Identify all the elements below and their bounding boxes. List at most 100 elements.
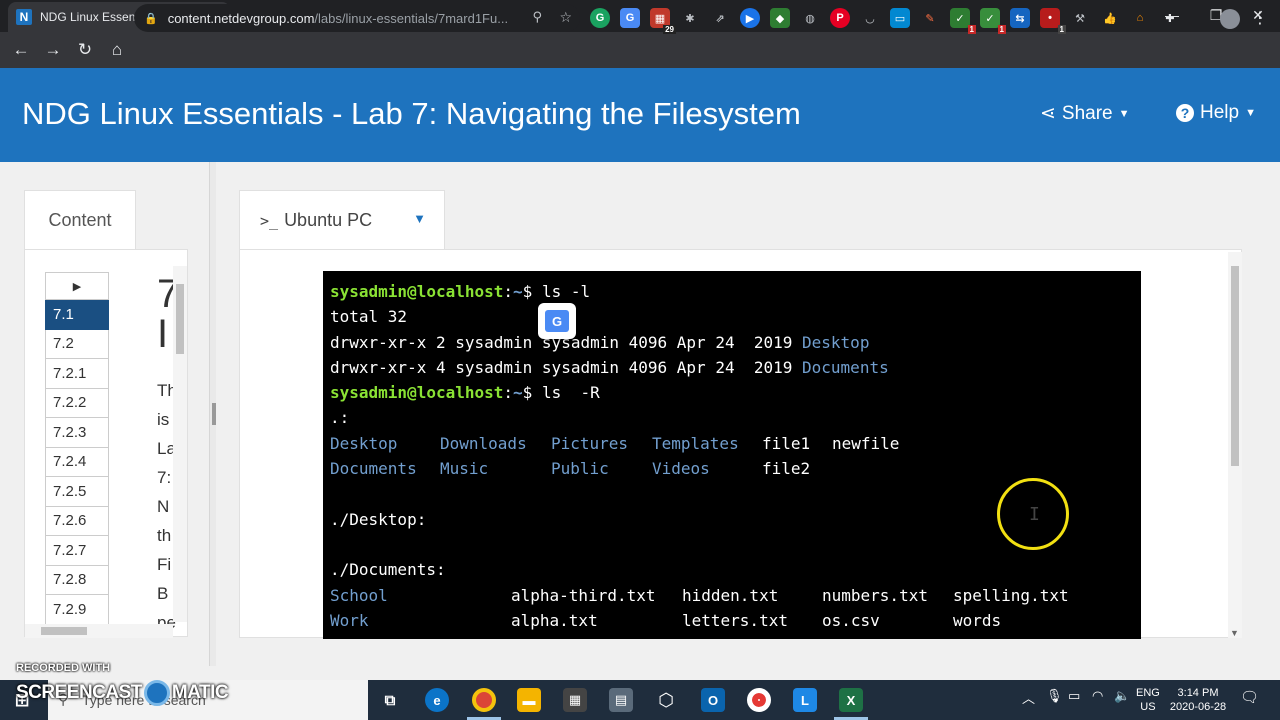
scroll-down-arrow-icon[interactable]: ▼: [1230, 628, 1239, 638]
recorded-with-label: RECORDED WITH: [16, 662, 111, 674]
share-icon: ⋖: [1040, 103, 1056, 124]
scrollbar-thumb[interactable]: [1231, 266, 1239, 466]
battery-icon[interactable]: ▭: [1068, 688, 1080, 704]
pinterest-extension-icon[interactable]: P: [830, 8, 850, 28]
browser-toolbar: ← → ↻ ⌂: [0, 32, 1280, 68]
text-cursor-icon: I: [1029, 504, 1040, 525]
photos-icon[interactable]: ▤: [609, 688, 633, 712]
scrollbar-thumb[interactable]: [176, 284, 184, 354]
back-button[interactable]: ←: [6, 35, 36, 65]
translate-extension-icon[interactable]: G: [620, 8, 640, 28]
terminal-line: drwxr-xr-x 4 sysadmin sysadmin 4096 Apr …: [330, 357, 889, 377]
ndg-favicon-icon: N: [16, 9, 32, 25]
content-horizontal-scrollbar[interactable]: [25, 624, 173, 638]
excel-icon[interactable]: X: [839, 688, 863, 712]
volume-icon[interactable]: 🔈: [1114, 688, 1130, 704]
chevron-down-icon: ▼: [1118, 107, 1130, 120]
tray-expand-icon[interactable]: ︿: [1022, 688, 1035, 707]
toc-item[interactable]: 7.2.7: [45, 536, 109, 566]
toc-item[interactable]: 7.2.3: [45, 418, 109, 448]
profile-avatar[interactable]: [1220, 9, 1240, 29]
play-extension-icon[interactable]: ▶: [740, 8, 760, 28]
check-extension-icon[interactable]: ✓ 1: [980, 8, 1006, 34]
content-vertical-scrollbar[interactable]: [173, 266, 187, 622]
pen-extension-icon[interactable]: ✎: [920, 8, 940, 28]
terminal-line: drwxr-xr-x 2 sysadmin sysadmin 4096 Apr …: [330, 332, 870, 352]
thumb-extension-icon[interactable]: 👍: [1100, 8, 1120, 28]
toc-item[interactable]: 7.2: [45, 329, 109, 359]
address-bar[interactable]: 🔒 content.netdevgroup.com/labs/linux-ess…: [134, 4, 580, 32]
check-extension-icon[interactable]: ✓ 1: [950, 8, 976, 34]
bookmark-star-icon[interactable]: ☆: [559, 9, 572, 26]
terminal-window[interactable]: sysadmin@localhost:~$ ls -l total 32 drw…: [323, 271, 1141, 639]
system-clock[interactable]: 3:14 PM 2020-06-28: [1168, 686, 1228, 714]
toc-item[interactable]: 7.2.6: [45, 506, 109, 536]
scrollbar-thumb[interactable]: [41, 627, 87, 635]
google-translate-icon[interactable]: G: [538, 303, 576, 339]
lab-title: NDG Linux Essentials - Lab 7: Navigating…: [22, 96, 801, 131]
tab-content[interactable]: Content: [24, 190, 136, 250]
pocket-extension-icon[interactable]: ◡: [860, 8, 880, 28]
input-language[interactable]: ENG US: [1136, 686, 1160, 714]
help-icon: ?: [1176, 104, 1194, 122]
lastpass-extension-icon[interactable]: • 1: [1040, 8, 1066, 34]
toc-item[interactable]: 7.2.1: [45, 359, 109, 389]
share-button[interactable]: ⋖ Share ▼: [1040, 102, 1130, 125]
body-text-fragment: B: [157, 584, 169, 603]
reload-button[interactable]: ↻: [70, 35, 100, 65]
arrows-extension-icon[interactable]: ⇆: [1010, 8, 1030, 28]
extensions-puzzle-icon[interactable]: ✚: [1160, 8, 1180, 28]
toc-item[interactable]: 7.1: [45, 300, 109, 330]
edge-icon[interactable]: e: [425, 688, 449, 712]
calendar-extension-icon[interactable]: ▦ 29: [650, 8, 676, 34]
extension-badge: 1: [967, 25, 976, 34]
chevron-down-icon: ▼: [1245, 107, 1256, 119]
file-explorer-icon[interactable]: ▬: [517, 688, 541, 712]
microphone-icon[interactable]: 🎙: [1046, 688, 1063, 704]
url-path: /labs/linux-essentials/7mard1Fu...: [314, 10, 509, 26]
shield-extension-icon[interactable]: ◆: [770, 8, 790, 28]
calculator-icon[interactable]: ▦: [563, 688, 587, 712]
window-extension-icon[interactable]: ▭: [890, 8, 910, 28]
l-app-icon[interactable]: L: [793, 688, 817, 712]
record-icon[interactable]: [747, 688, 771, 712]
task-view-icon[interactable]: ⧉: [378, 688, 402, 712]
terminal-line: Documents Music Public Videos file2: [330, 459, 811, 479]
toc-item[interactable]: 7.2.4: [45, 447, 109, 477]
vm-vertical-scrollbar[interactable]: ▼: [1228, 252, 1242, 638]
virtualbox-icon[interactable]: ⬡: [654, 688, 678, 712]
help-button[interactable]: ? Help ▼: [1176, 102, 1256, 124]
screencast-o-matic-logo: SCREENCAST MATIC: [16, 680, 229, 706]
share-extension-icon[interactable]: ⇗: [710, 8, 730, 28]
terminal-line: Desktop Downloads Pictures Templates file1 ne…: [330, 433, 900, 453]
home-button[interactable]: ⌂: [102, 35, 132, 65]
section-heading-fragment: I: [157, 312, 169, 356]
toc-item[interactable]: 7.2.2: [45, 388, 109, 418]
grammarly-extension-icon[interactable]: G: [590, 8, 610, 28]
outlook-icon[interactable]: O: [701, 688, 725, 712]
home-extension-icon[interactable]: ⌂: [1130, 8, 1150, 28]
extension-badge: 29: [663, 25, 676, 34]
terminal-line: Work alpha.txt letters.txt os.csv words: [330, 610, 1002, 630]
terminal-line: total 32: [330, 307, 408, 327]
puzzle-extension-icon[interactable]: ✱: [680, 8, 700, 28]
toc-item[interactable]: 7.2.5: [45, 477, 109, 507]
vm-panel: >_ Ubuntu PC ▼ sysadmin@localhost:~$ ls …: [216, 162, 1280, 666]
tool-extension-icon[interactable]: ⚒: [1070, 8, 1090, 28]
notifications-icon[interactable]: 🗨: [1240, 688, 1259, 706]
caret-down-icon[interactable]: ▼: [413, 211, 426, 226]
help-label: Help: [1200, 102, 1240, 123]
toc-item[interactable]: 7.2.8: [45, 565, 109, 595]
wifi-icon[interactable]: ◠: [1092, 688, 1103, 704]
vm-tab-label: Ubuntu PC: [284, 210, 373, 230]
forward-button[interactable]: →: [38, 35, 68, 65]
toc-item[interactable]: 7.2.9: [45, 595, 109, 625]
toc-expand-icon[interactable]: ▶: [45, 272, 109, 300]
browser-menu-icon[interactable]: ⋮: [1252, 8, 1268, 28]
lab-header: NDG Linux Essentials - Lab 7: Navigating…: [0, 68, 1280, 162]
chrome-icon[interactable]: [472, 688, 496, 712]
globe-extension-icon[interactable]: ◍: [800, 8, 820, 28]
zoom-icon[interactable]: ⚲: [532, 9, 542, 25]
body-text-fragment: is: [157, 410, 170, 429]
tab-ubuntu-pc[interactable]: >_ Ubuntu PC ▼: [239, 190, 445, 250]
